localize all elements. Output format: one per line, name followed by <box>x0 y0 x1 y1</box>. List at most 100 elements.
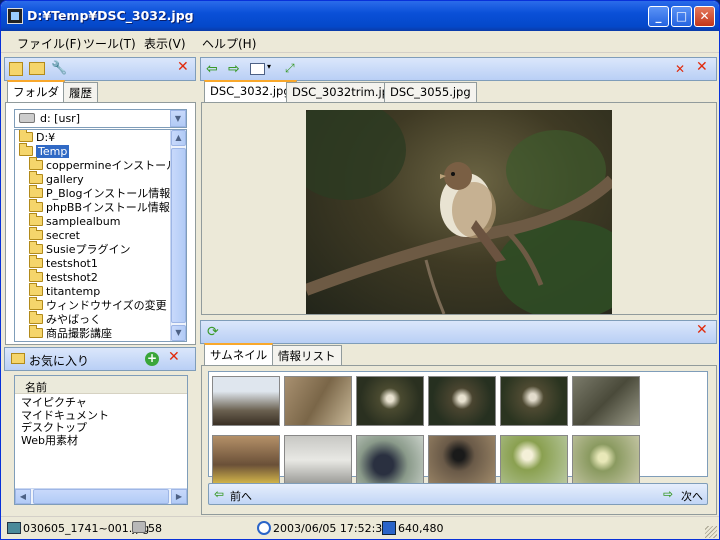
resize-grip[interactable] <box>705 526 717 538</box>
tab-image-1[interactable]: DSC_3032.jpg <box>204 80 297 102</box>
scroll-left-icon[interactable]: ◀ <box>15 489 31 504</box>
thumbnail[interactable] <box>284 376 352 426</box>
tree-item[interactable]: titantemp <box>29 283 100 299</box>
folder-icon <box>29 199 43 212</box>
tree-item[interactable]: Susieプラグイン <box>29 241 131 257</box>
minimize-button[interactable]: _ <box>648 6 669 27</box>
clock-icon <box>257 521 271 535</box>
folder-tree: D:¥ Temp coppermineインストール情 gallery P_Blo… <box>14 129 187 342</box>
tree-item[interactable]: coppermineインストール情 <box>29 157 186 173</box>
thumbnail[interactable] <box>212 435 280 485</box>
thumbnail[interactable] <box>428 376 496 426</box>
close-pane-icon[interactable]: ✕ <box>177 59 189 75</box>
h-scrollbar[interactable]: ◀ ▶ <box>15 488 187 504</box>
tree-item[interactable]: 商品撮影講座 <box>29 325 112 341</box>
menu-file[interactable]: ファイル(F) <box>17 35 81 52</box>
close-tab-icon[interactable]: ✕ <box>675 62 685 76</box>
close-viewer-icon[interactable]: ✕ <box>696 59 708 75</box>
thumbnail[interactable] <box>356 376 424 426</box>
thumbnail-header: ⟳ ✕ <box>200 320 717 344</box>
scroll-up-icon[interactable]: ▲ <box>171 130 186 146</box>
tree-scrollbar[interactable]: ▲ ▼ <box>170 130 186 341</box>
tree-item[interactable]: phpBBインストール情報 <box>29 199 170 215</box>
star-folder-icon <box>11 353 25 364</box>
tab-thumbnails[interactable]: サムネイル <box>204 343 274 365</box>
tab-folder[interactable]: フォルダ <box>7 80 65 102</box>
title-bar[interactable]: D:¥Temp¥DSC_3032.jpg _ □ ✕ <box>1 1 719 31</box>
chevron-down-icon[interactable]: ▼ <box>170 110 186 127</box>
menu-bar: ファイル(F) ツール(T) 表示(V) ヘルプ(H) <box>1 31 719 53</box>
column-name: 名前 <box>25 381 47 394</box>
back-arrow-icon[interactable]: ⇦ <box>206 61 218 77</box>
tab-history[interactable]: 履歴 <box>63 82 98 102</box>
status-filename: 030605_1741~001.jpg <box>23 522 150 535</box>
tree-item[interactable]: samplealbum <box>29 213 120 229</box>
files-icon <box>132 521 146 533</box>
thumbnail[interactable] <box>356 435 424 485</box>
thumbnail[interactable] <box>572 376 640 426</box>
next-arrow-icon[interactable]: ⇨ <box>663 487 673 501</box>
favorites-items: マイピクチャ マイドキュメント デスクトップ Web用素材 <box>21 396 109 448</box>
tree-item[interactable]: ウィンドウサイズの変更 <box>29 297 167 313</box>
close-thumbnail-pane-icon[interactable]: ✕ <box>696 322 708 338</box>
folder-icon <box>29 311 43 324</box>
status-size: 640,480 <box>398 522 444 535</box>
thumbnail[interactable] <box>284 435 352 485</box>
tree-item[interactable]: みやばっく <box>29 311 101 327</box>
refresh-icon[interactable]: ⟳ <box>207 324 219 340</box>
menu-view[interactable]: 表示(V) <box>144 35 186 52</box>
drive-icon <box>19 113 35 123</box>
tab-image-3[interactable]: DSC_3055.jpg <box>384 82 477 102</box>
tree-item[interactable]: testshot2 <box>29 269 98 285</box>
open-folder-icon[interactable] <box>29 62 45 75</box>
prev-arrow-icon[interactable]: ⇦ <box>214 487 224 501</box>
add-icon[interactable]: + <box>145 352 159 366</box>
thumbnail[interactable] <box>428 435 496 485</box>
maximize-button[interactable]: □ <box>671 6 692 27</box>
prev-button[interactable]: 前へ <box>230 488 252 504</box>
folder-icon <box>29 227 43 240</box>
view-mode-dropdown-icon[interactable]: ▾ <box>267 62 271 71</box>
status-datetime: 2003/06/05 17:52:37 <box>273 522 390 535</box>
drive-select[interactable]: d: [usr] ▼ <box>14 109 187 128</box>
tools-dropdown-icon[interactable]: 🔧▾ <box>51 61 73 91</box>
tab-info-list[interactable]: 情報リスト <box>272 345 342 365</box>
view-mode-icon[interactable] <box>250 63 265 75</box>
list-item[interactable]: マイピクチャ <box>21 396 109 410</box>
folder-icon <box>29 297 43 310</box>
menu-tools[interactable]: ツール(T) <box>83 35 136 52</box>
next-button[interactable]: 次へ <box>681 488 703 504</box>
thumbnail-grid <box>208 371 708 485</box>
tree-item[interactable]: gallery <box>29 171 84 187</box>
folder-up-icon[interactable] <box>9 62 23 76</box>
thumbnail[interactable] <box>500 435 568 485</box>
folder-icon <box>29 171 43 184</box>
fit-window-icon[interactable]: ⤢ <box>285 61 295 76</box>
menu-help[interactable]: ヘルプ(H) <box>202 35 256 52</box>
thumbnail[interactable] <box>572 435 640 485</box>
list-item[interactable]: Web用素材 <box>21 434 109 448</box>
list-item[interactable]: デスクトップ <box>21 421 109 435</box>
favorites-list: 名前 マイピクチャ マイドキュメント デスクトップ Web用素材 ◀ ▶ <box>14 375 188 505</box>
scroll-right-icon[interactable]: ▶ <box>171 489 187 504</box>
scroll-down-icon[interactable]: ▼ <box>171 325 186 341</box>
folder-open-icon <box>19 130 33 142</box>
close-window-button[interactable]: ✕ <box>694 6 715 27</box>
main-photo[interactable] <box>306 110 612 314</box>
tree-item-selected[interactable]: Temp <box>19 143 70 159</box>
dimensions-icon <box>382 521 396 535</box>
close-favorites-icon[interactable]: ✕ <box>168 349 180 365</box>
folder-icon <box>29 269 43 282</box>
tree-item[interactable]: P_Blogインストール情報 <box>29 185 170 201</box>
list-header[interactable]: 名前 <box>15 376 187 394</box>
scroll-thumb[interactable] <box>171 148 186 323</box>
status-count: 58 <box>148 522 162 535</box>
folder-icon <box>29 157 43 170</box>
thumbnail[interactable] <box>212 376 280 426</box>
app-icon[interactable] <box>7 8 23 24</box>
forward-arrow-icon[interactable]: ⇨ <box>228 61 240 77</box>
window-title: D:¥Temp¥DSC_3032.jpg <box>27 8 194 23</box>
h-scroll-thumb[interactable] <box>33 489 169 504</box>
thumbnail[interactable] <box>500 376 568 426</box>
tree-item[interactable]: testshot1 <box>29 255 98 271</box>
